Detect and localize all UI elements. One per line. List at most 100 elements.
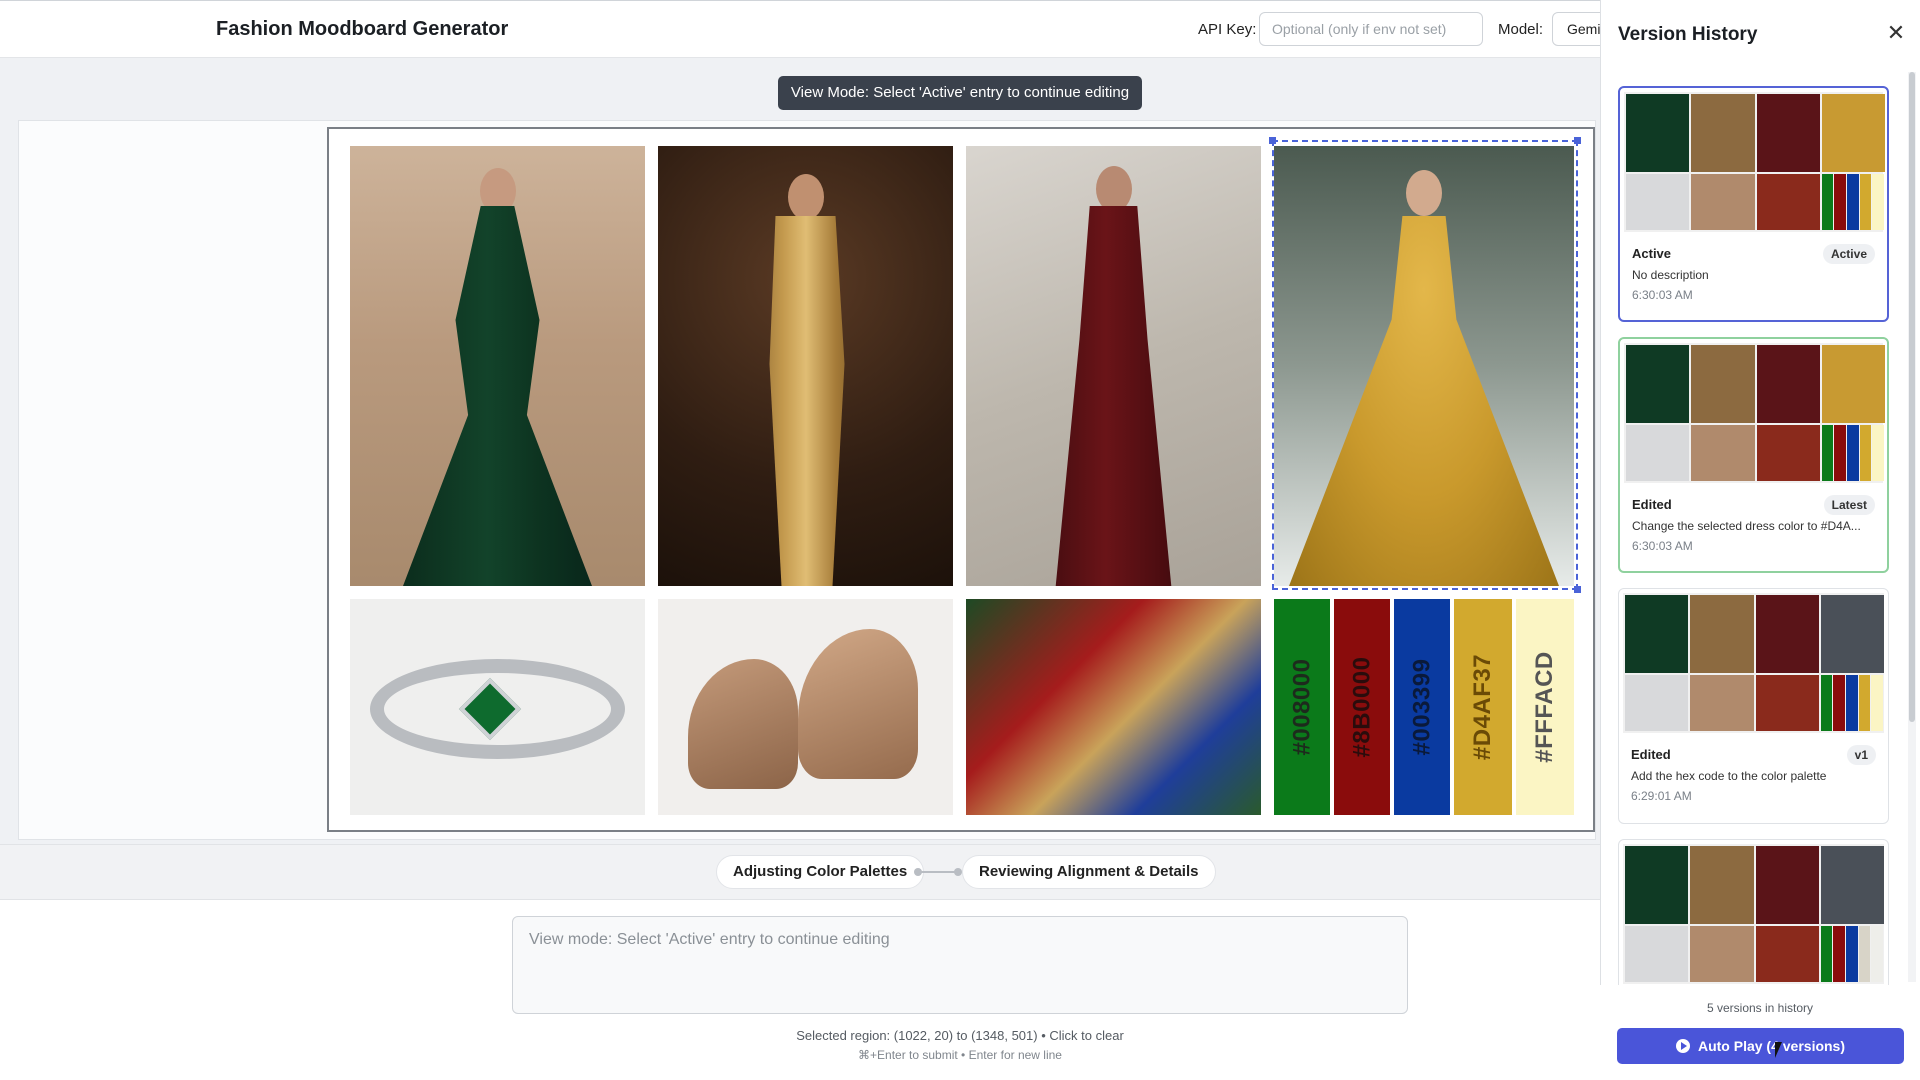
version-description: Change the selected dress color to #D4A.… (1632, 519, 1861, 533)
thumbnail-cell (1625, 846, 1689, 925)
prompt-input[interactable]: View mode: Select 'Active' entry to cont… (512, 916, 1408, 1014)
thumbnail-cell (1691, 174, 1755, 231)
thumbnail-palette-cell (1834, 425, 1847, 482)
satin-heels-photo (658, 599, 953, 815)
step-label: Reviewing Alignment & Details (979, 863, 1199, 880)
palette-hex-2: #8B0000 (1348, 656, 1376, 758)
model-label: Model: (1498, 21, 1544, 38)
version-thumbnail (1624, 92, 1885, 232)
thumbnail-cell (1626, 345, 1690, 424)
thumbnail-cell (1626, 174, 1690, 231)
version-kind: Edited (1632, 497, 1672, 512)
version-badge: Latest (1823, 495, 1875, 515)
thumbnail-palette-cell (1821, 425, 1834, 482)
color-palette: #008000 #8B0000 #003399 #D4AF37 #FFFACD (1274, 599, 1574, 815)
thumbnail-cell (1625, 595, 1689, 674)
version-time: 6:30:03 AM (1632, 539, 1693, 553)
thumbnail-palette-cell (1846, 675, 1858, 732)
palette-swatch-4: #D4AF37 (1454, 599, 1512, 815)
palette-hex-1: #008000 (1288, 658, 1315, 756)
thumbnail-cell (1626, 94, 1690, 173)
brocade-fabric-photo (966, 599, 1261, 815)
thumbnail-cell (1756, 174, 1820, 231)
close-icon[interactable]: ✕ (1885, 22, 1907, 44)
thumbnail-palette-cell (1872, 174, 1884, 231)
thumbnail-palette-cell (1833, 675, 1846, 732)
gold-sequin-gown-photo (658, 146, 953, 586)
thumbnail-cell (1755, 846, 1819, 925)
thumbnail-cell (1691, 94, 1755, 173)
thumbnail-cell (1820, 846, 1884, 925)
thumbnail-palette-cell (1847, 174, 1859, 231)
thumbnail-cell (1625, 926, 1689, 983)
api-key-input[interactable] (1259, 12, 1483, 46)
version-thumbnail (1623, 593, 1884, 733)
thumbnail-cell (1755, 926, 1819, 983)
version-card-latest[interactable]: Edited Latest Change the selected dress … (1618, 337, 1889, 573)
thumbnail-cell (1690, 595, 1754, 674)
thumbnail-cell (1691, 345, 1755, 424)
thumbnail-palette-cell (1833, 926, 1846, 983)
model-select-value: Gemi (1567, 21, 1601, 37)
thumbnail-palette-cell (1872, 425, 1884, 482)
version-time: 6:29:01 AM (1631, 789, 1692, 803)
selection-handle-tr[interactable] (1574, 137, 1581, 144)
thumbnail-cell (1756, 94, 1820, 173)
auto-play-button[interactable]: Auto Play (4 versions) (1617, 1028, 1904, 1064)
thumbnail-palette-cell (1847, 425, 1859, 482)
palette-hex-3: #003399 (1408, 658, 1435, 756)
selection-handle-br[interactable] (1574, 586, 1581, 593)
thumbnail-cell (1820, 595, 1884, 674)
version-card-v1[interactable]: Edited v1 Add the hex code to the color … (1618, 588, 1889, 824)
thumbnail-palette-cell (1846, 926, 1858, 983)
panel-scrollbar-thumb[interactable] (1909, 72, 1915, 722)
version-time: 6:30:03 AM (1632, 288, 1693, 302)
palette-hex-5: #FFFACD (1531, 651, 1558, 763)
selection-hint[interactable]: Selected region: (1022, 20) to (1348, 50… (512, 1028, 1408, 1043)
emerald-bracelet-photo (350, 599, 645, 815)
palette-swatch-3: #003399 (1394, 599, 1450, 815)
thumbnail-cell (1756, 425, 1820, 482)
thumbnail-palette-cell (1820, 675, 1833, 732)
version-card-active[interactable]: Active Active No description 6:30:03 AM (1618, 86, 1889, 322)
version-thumbnail (1624, 343, 1885, 483)
thumbnail-cell (1755, 675, 1819, 732)
thumbnail-cell (1691, 425, 1755, 482)
thumbnail-cell (1626, 425, 1690, 482)
version-kind: Edited (1631, 747, 1671, 762)
version-description: No description (1632, 268, 1709, 282)
thumbnail-cell (1690, 926, 1754, 983)
version-history-panel: Version History ✕ Active Active No descr… (1600, 0, 1920, 1080)
thumbnail-cell (1756, 345, 1820, 424)
step-dot (954, 868, 962, 876)
version-thumbnail (1623, 844, 1884, 984)
thumbnail-palette-cell (1820, 926, 1833, 983)
version-list[interactable]: Active Active No description 6:30:03 AM … (1601, 70, 1920, 985)
thumbnail-cell (1625, 675, 1689, 732)
play-icon (1675, 1039, 1690, 1053)
panel-title: Version History (1618, 24, 1758, 45)
prompt-placeholder: View mode: Select 'Active' entry to cont… (529, 931, 890, 948)
palette-swatch-2: #8B0000 (1334, 599, 1390, 815)
palette-swatch-1: #008000 (1274, 599, 1330, 815)
thumbnail-cell (1690, 846, 1754, 925)
thumbnail-cell (1690, 675, 1754, 732)
thumbnail-cell (1755, 595, 1819, 674)
thumbnail-palette-cell (1859, 425, 1872, 482)
thumbnail-palette-cell (1821, 174, 1834, 231)
selection-handle-tl[interactable] (1269, 137, 1276, 144)
step-reviewing-alignment: Reviewing Alignment & Details (962, 855, 1216, 889)
version-description: Add the hex code to the color palette (1631, 769, 1827, 783)
palette-hex-4: #D4AF37 (1469, 653, 1496, 761)
thumbnail-cell (1821, 94, 1885, 173)
thumbnail-cell (1821, 345, 1885, 424)
thumbnail-palette-cell (1871, 926, 1883, 983)
view-mode-toast: View Mode: Select 'Active' entry to cont… (778, 76, 1142, 110)
version-card-original[interactable] (1618, 839, 1889, 985)
keyboard-hint: ⌘+Enter to submit • Enter for new line (858, 1048, 1062, 1062)
palette-swatch-5: #FFFACD (1516, 599, 1574, 815)
mouse-cursor-icon (1775, 1042, 1782, 1058)
step-label: Adjusting Color Palettes (733, 863, 908, 880)
step-dot (914, 868, 922, 876)
selection-region[interactable] (1272, 140, 1578, 590)
